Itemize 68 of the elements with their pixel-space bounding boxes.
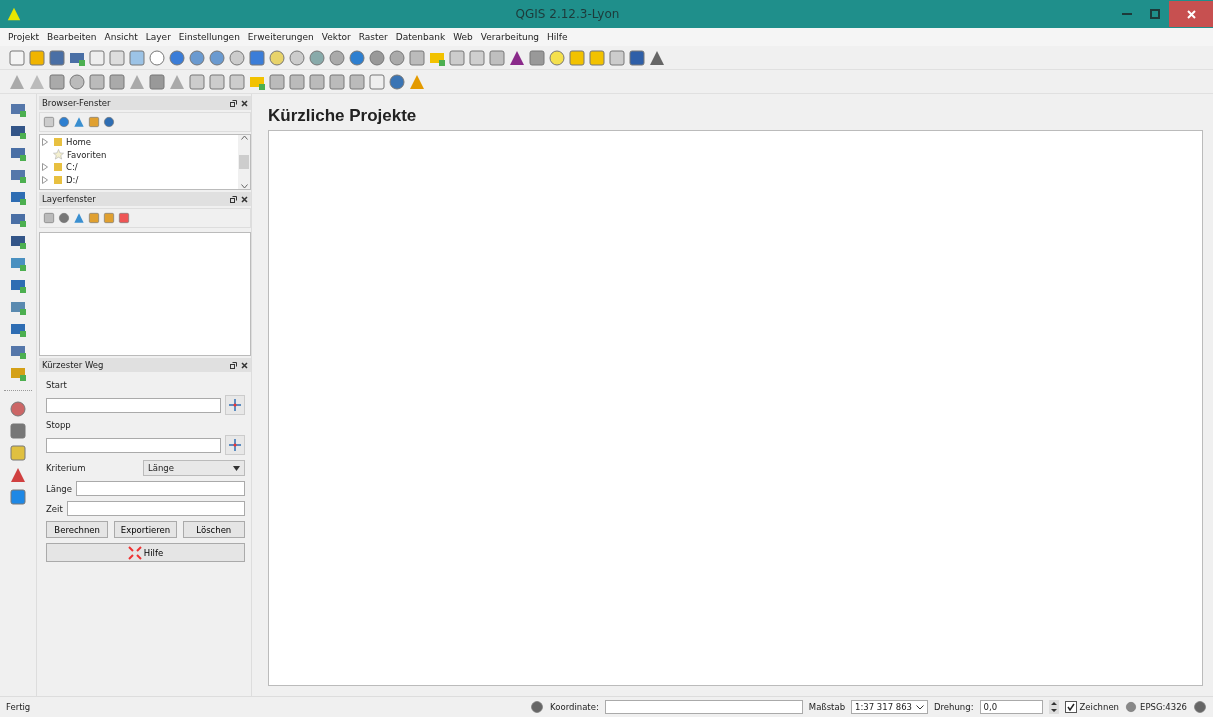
rotation-label: Drehung: [934,702,974,712]
menu-item[interactable]: Vektor [321,32,351,42]
menu-item[interactable]: Layer [145,32,171,42]
page-heading: Kürzliche Projekte [268,106,418,126]
field-label: Stopp [46,420,72,430]
float-icon[interactable] [230,195,237,203]
tree-item[interactable]: Home [42,136,236,149]
panel-title: Browser-Fenster [42,98,111,108]
star-icon [53,149,64,161]
help-button[interactable]: Hilfe [46,543,245,562]
close-icon[interactable] [241,99,248,107]
tree-item[interactable]: C:/ [42,161,236,174]
scroll-up-icon[interactable] [240,135,248,140]
close-icon[interactable] [241,361,248,369]
action-button[interactable]: Löschen [182,521,245,538]
float-icon[interactable] [230,361,237,369]
tree-item-label: Home [66,137,92,148]
action-button[interactable]: Exportieren [114,521,177,538]
expand-arrow-icon[interactable] [42,138,50,147]
menu-item[interactable]: Raster [358,32,388,42]
menu-item[interactable]: Datenbank [395,32,446,42]
close-icon[interactable] [241,195,248,203]
coordinate-label: Koordinate: [550,702,599,712]
field-label: Kriterium [46,463,86,473]
close-icon [1186,9,1196,19]
stop-field[interactable] [46,437,221,453]
panel-title: Layerfenster [42,194,96,204]
float-icon[interactable] [230,99,237,107]
tree-item[interactable]: Favoriten [42,148,236,161]
panel-title: Kürzester Weg [42,360,104,370]
render-checkbox[interactable] [1064,701,1077,713]
app-logo-icon[interactable] [6,6,22,22]
crosshair-button[interactable] [225,395,245,415]
tree-item-label: C:/ [66,162,78,173]
caret-icon [233,465,240,471]
scale-dropdown[interactable]: 1:37 317 863 [851,700,928,714]
menu-item[interactable]: Ansicht [104,32,138,42]
menu-item[interactable]: Einstellungen [178,32,240,42]
tree-item-label: Favoriten [67,149,107,160]
coordinate-field[interactable] [604,700,803,714]
menu-item[interactable]: Web [453,32,473,42]
scale-label: Maßstab [808,702,846,712]
criterion-dropdown[interactable]: Länge [143,460,245,476]
crs-button[interactable]: EPSG:4326 [1140,702,1187,712]
length-field[interactable] [75,481,245,496]
field-label: Zeit [46,503,63,514]
field-label: Start [46,380,68,390]
tree-item[interactable]: D:/ [42,173,236,186]
render-label: Zeichnen [1079,702,1119,712]
rotation-field[interactable]: 0,0 [979,700,1043,714]
field-label: Länge [46,483,72,494]
menu-item[interactable]: Verarbeitung [480,32,540,42]
menu-item[interactable]: Bearbeiten [47,32,97,42]
window-title: QGIS 2.12.3-Lyon [514,7,621,21]
maximize-icon[interactable] [1150,9,1160,19]
chevron-icon [916,704,924,710]
time-field[interactable] [66,501,245,516]
crosshair-button[interactable] [225,435,245,455]
status-message: Fertig [6,702,32,712]
start-field[interactable] [46,397,221,413]
scrollbar[interactable] [238,135,250,189]
menu-item[interactable]: Projekt [8,32,40,42]
scroll-down-icon[interactable] [240,184,248,189]
tree-item-label: D:/ [66,174,79,185]
close-button[interactable] [1169,1,1213,27]
action-button[interactable]: Berechnen [46,521,109,538]
menu-item[interactable]: Hilfe [547,32,568,42]
menu-item[interactable]: Erweiterungen [247,32,314,42]
